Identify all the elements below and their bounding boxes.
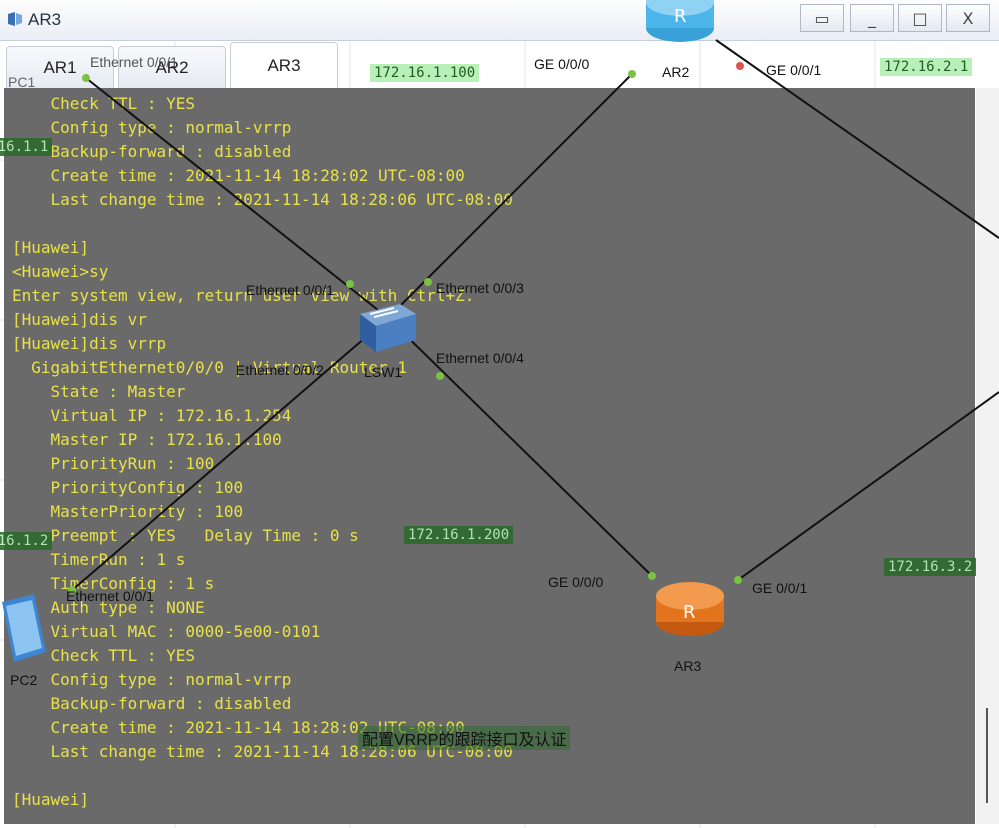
console-line: Auth type : NONE [12, 598, 205, 617]
console-window: AR3 ▭ _ □ X AR1 AR2 AR3 Check TTL : YES … [0, 0, 999, 828]
window-title: AR3 [28, 10, 62, 29]
console-line: Virtual MAC : 0000-5e00-0101 [12, 622, 321, 641]
restore-button[interactable]: ▭ [800, 4, 844, 32]
console-line: [Huawei]dis vrrp [12, 334, 167, 353]
console-line: Enter system view, return user view with… [12, 286, 475, 305]
console-line: Virtual IP : 172.16.1.254 [12, 406, 292, 425]
restore-icon: ▭ [814, 8, 830, 28]
terminal-app-icon [8, 12, 22, 26]
vertical-scrollbar[interactable] [976, 88, 999, 824]
tab-ar2[interactable]: AR2 [118, 46, 226, 88]
console-line: Config type : normal-vrrp [12, 118, 292, 137]
tab-label: AR3 [267, 55, 301, 75]
console-line: Create time : 2021-11-14 18:28:02 UTC-08… [12, 166, 465, 185]
tab-ar3[interactable]: AR3 [230, 42, 338, 88]
console-line: PriorityRun : 100 [12, 454, 215, 473]
console-line: MasterPriority : 100 [12, 502, 244, 521]
console-line: Config type : normal-vrrp [12, 670, 292, 689]
console-line: Backup-forward : disabled [12, 694, 292, 713]
scrollbar-thumb[interactable] [986, 708, 988, 803]
console-line: [Huawei]dis vr [12, 310, 147, 329]
session-tabs: AR1 AR2 AR3 [0, 40, 999, 88]
console-line: GigabitEthernet0/0/0 | Virtual Router 1 [12, 358, 407, 377]
console-line: PriorityConfig : 100 [12, 478, 244, 497]
console-line: TimerRun : 1 s [12, 550, 186, 569]
console-line: Create time : 2021-11-14 18:28:02 UTC-08… [12, 718, 465, 737]
console-line: Last change time : 2021-11-14 18:28:06 U… [12, 190, 513, 209]
tab-label: AR1 [43, 57, 77, 77]
tab-ar1[interactable]: AR1 [6, 46, 114, 88]
console-line: TimerConfig : 1 s [12, 574, 215, 593]
maximize-button[interactable]: □ [898, 4, 942, 32]
title-bar[interactable]: AR3 ▭ _ □ X [0, 0, 999, 41]
maximize-icon: □ [912, 8, 928, 28]
console-line: Master IP : 172.16.1.100 [12, 430, 282, 449]
minimize-button[interactable]: _ [850, 4, 894, 32]
tab-label: AR2 [155, 57, 189, 77]
minimize-icon: _ [868, 8, 876, 28]
console-line: Preempt : YES Delay Time : 0 s [12, 526, 359, 545]
console-line: Check TTL : YES [12, 94, 196, 113]
console-line: Last change time : 2021-11-14 18:28:06 U… [12, 742, 513, 761]
console-text: Check TTL : YES Config type : normal-vrr… [12, 92, 513, 812]
console-line: [Huawei] [12, 238, 90, 257]
console-line: State : Master [12, 382, 186, 401]
close-button[interactable]: X [946, 4, 990, 32]
console-line: Check TTL : YES [12, 646, 196, 665]
console-line: Backup-forward : disabled [12, 142, 292, 161]
close-icon: X [962, 8, 974, 28]
console-output[interactable]: Check TTL : YES Config type : normal-vrr… [4, 88, 975, 824]
console-line: <Huawei>sy [12, 262, 109, 281]
console-line: [Huawei] [12, 790, 90, 809]
